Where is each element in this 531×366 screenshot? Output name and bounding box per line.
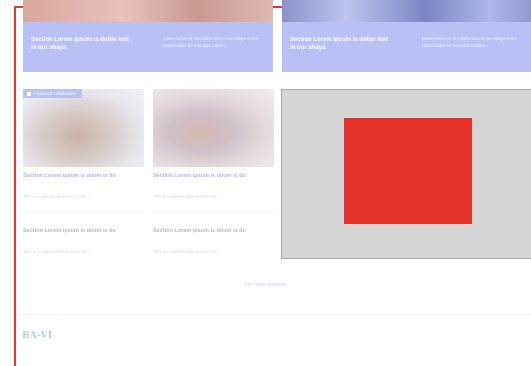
news-thumbnail[interactable] xyxy=(153,89,274,167)
featured-photo[interactable] xyxy=(282,0,531,22)
news-item-title[interactable]: Section Lorem ipsum is doum is do xyxy=(153,172,278,180)
featured-summary: Ipsum lorem is the dollar text in our sh… xyxy=(163,36,259,48)
advertisement-slot[interactable] xyxy=(281,89,531,259)
featured-card[interactable]: Section Lorem ipsum is dollar text in ou… xyxy=(282,0,531,72)
featured-headline[interactable]: Section Lorem ipsum is dollar text in ou… xyxy=(290,36,390,52)
news-item-title[interactable]: Section Lorem ipsum is doum is do xyxy=(23,172,148,180)
news-item-title[interactable]: Section Lorem ipsum is doum is do xyxy=(153,227,278,235)
category-badge-label: Featured Celebration xyxy=(34,91,77,96)
category-badge[interactable]: Featured Celebration xyxy=(23,89,83,98)
section-logo[interactable]: BA-VI xyxy=(22,331,52,341)
more-news-link[interactable]: Ler mais notícias xyxy=(0,282,531,288)
item-separator xyxy=(153,211,274,212)
featured-card[interactable]: Section Lorem ipsum is dollar text in ou… xyxy=(23,0,273,72)
advertisement-banner[interactable] xyxy=(344,118,472,224)
item-separator xyxy=(23,211,144,212)
featured-summary: Ipsum lorem is the dollar text in our sh… xyxy=(422,36,518,48)
section-divider xyxy=(16,314,531,315)
news-item-desc: This is a placeholder text for the... xyxy=(153,194,221,199)
badge-square-icon xyxy=(27,91,31,96)
news-item-desc: This is a placeholder text for the... xyxy=(153,249,221,254)
featured-photo[interactable] xyxy=(23,0,273,22)
news-thumbnail[interactable]: Featured Celebration xyxy=(23,89,144,167)
news-item-desc: This is a placeholder text for the... xyxy=(23,249,91,254)
news-item-desc: This is a placeholder text for the... xyxy=(23,194,91,199)
news-item-title[interactable]: Section Lorem ipsum is doum is do xyxy=(23,227,148,235)
featured-headline[interactable]: Section Lorem ipsum is dollar text in ou… xyxy=(31,36,131,52)
